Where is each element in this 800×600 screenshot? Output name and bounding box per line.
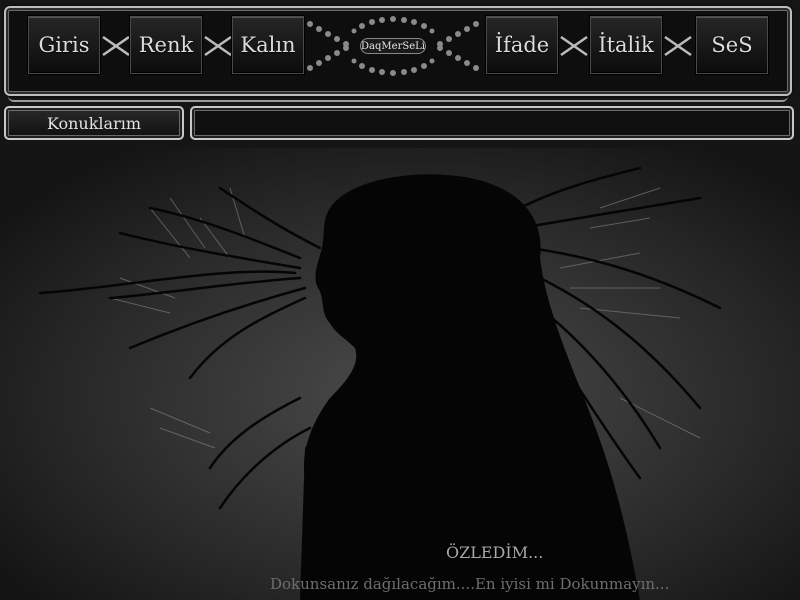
menu-button-ifade[interactable]: İfade [486, 16, 558, 74]
logo-text: DaqMerSeLi [360, 38, 426, 54]
cross-separator-icon [102, 35, 130, 57]
menu-button-italik[interactable]: İtalik [590, 16, 662, 74]
tab-label: Konuklarım [46, 113, 142, 133]
cross-separator-icon [560, 35, 588, 57]
menu-button-label: Giris [38, 33, 90, 57]
caption-title: ÖZLEDİM... [446, 543, 544, 562]
menu-button-label: SeS [711, 33, 753, 57]
menu-button-label: Renk [138, 33, 194, 57]
menu-button-label: İtalik [598, 33, 654, 57]
silhouette-illustration [38, 166, 722, 600]
center-logo: DaqMerSeLi [302, 16, 484, 76]
cross-separator-icon [204, 35, 232, 57]
menu-button-giris[interactable]: Giris [28, 16, 100, 74]
tab-konuklarim[interactable]: Konuklarım [4, 106, 184, 140]
menu-button-label: İfade [494, 33, 550, 57]
cross-separator-icon [664, 35, 692, 57]
menu-button-label: Kalın [240, 33, 296, 57]
menu-button-kalin[interactable]: Kalın [232, 16, 304, 74]
background-photo [0, 148, 800, 600]
menu-button-ses[interactable]: SeS [696, 16, 768, 74]
caption-line: Dokunsanız dağılacağım....En iyisi mi Do… [270, 575, 670, 593]
menu-button-renk[interactable]: Renk [130, 16, 202, 74]
empty-info-bar [190, 106, 794, 140]
